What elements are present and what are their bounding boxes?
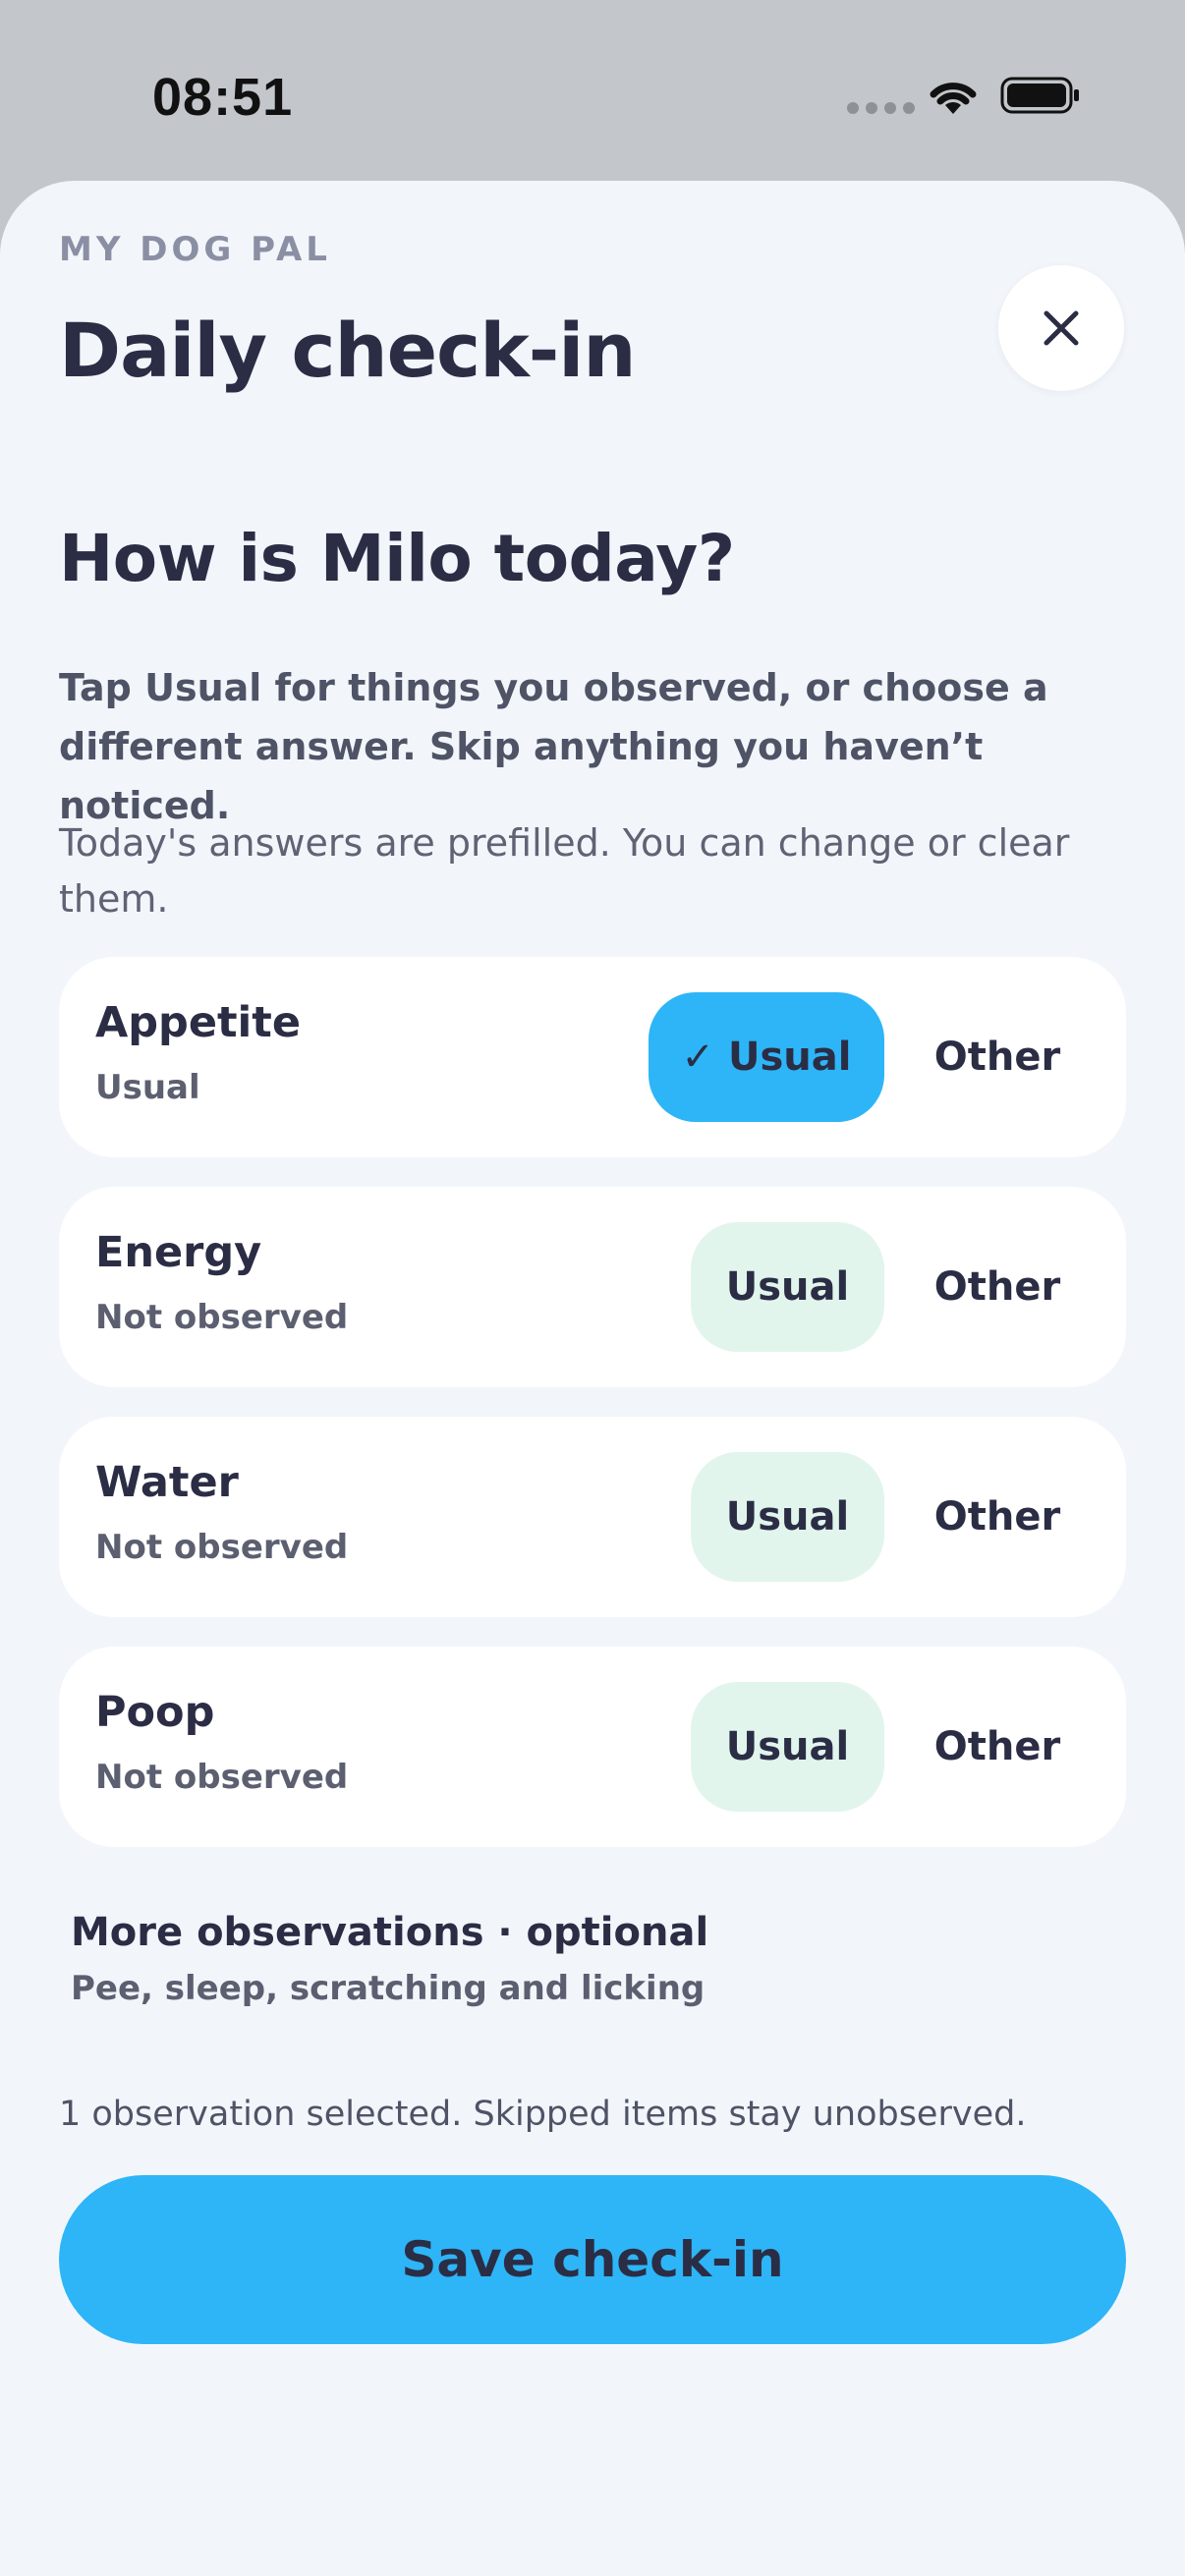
usual-button[interactable]: Usual: [691, 1682, 884, 1812]
other-button[interactable]: Other: [924, 1452, 1071, 1582]
cellular-signal-icon: [847, 102, 915, 114]
status-bar: 08:51: [0, 0, 1185, 187]
prefill-note: Today's answers are prefilled. You can c…: [59, 821, 1070, 921]
usual-button[interactable]: Usual: [691, 1222, 884, 1352]
observation-status: Not observed: [95, 1528, 349, 1567]
close-button[interactable]: [998, 265, 1124, 391]
status-time: 08:51: [152, 68, 294, 127]
observation-status: Usual: [95, 1068, 200, 1107]
usual-button[interactable]: Usual: [691, 1452, 884, 1582]
selection-summary: 1 observation selected. Skipped items st…: [59, 2095, 1027, 2134]
observation-card-appetite: Appetite Usual ✓ Usual Other: [59, 957, 1126, 1157]
save-button[interactable]: Save check-in: [59, 2175, 1126, 2344]
battery-icon: [1000, 77, 1079, 114]
more-observations-toggle[interactable]: More observations · optional Pee, sleep,…: [71, 1910, 1053, 2008]
page-title: Daily check-in: [59, 307, 636, 394]
other-button[interactable]: Other: [924, 992, 1071, 1122]
instructions-text: Tap Usual for things you observed, or ch…: [59, 666, 1048, 827]
app-name-eyebrow: MY DOG PAL: [59, 230, 331, 269]
observation-card-poop: Poop Not observed Usual Other: [59, 1647, 1126, 1847]
observation-status: Not observed: [95, 1758, 349, 1797]
observation-title: Poop: [95, 1688, 215, 1737]
observation-title: Water: [95, 1458, 239, 1507]
question-heading: How is Milo today?: [59, 521, 735, 596]
wifi-icon: [930, 83, 977, 114]
observation-title: Energy: [95, 1228, 262, 1277]
observation-status: Not observed: [95, 1298, 349, 1337]
close-icon: [1044, 310, 1079, 346]
other-button[interactable]: Other: [924, 1682, 1071, 1812]
observation-card-energy: Energy Not observed Usual Other: [59, 1187, 1126, 1387]
observation-title: Appetite: [95, 998, 302, 1047]
more-observations-subtitle: Pee, sleep, scratching and licking: [71, 1969, 705, 2008]
check-in-sheet: MY DOG PAL Daily check-in How is Milo to…: [0, 181, 1185, 2576]
usual-button[interactable]: ✓ Usual: [649, 992, 884, 1122]
more-observations-title: More observations · optional: [71, 1910, 709, 1955]
other-button[interactable]: Other: [924, 1222, 1071, 1352]
observation-card-water: Water Not observed Usual Other: [59, 1417, 1126, 1617]
